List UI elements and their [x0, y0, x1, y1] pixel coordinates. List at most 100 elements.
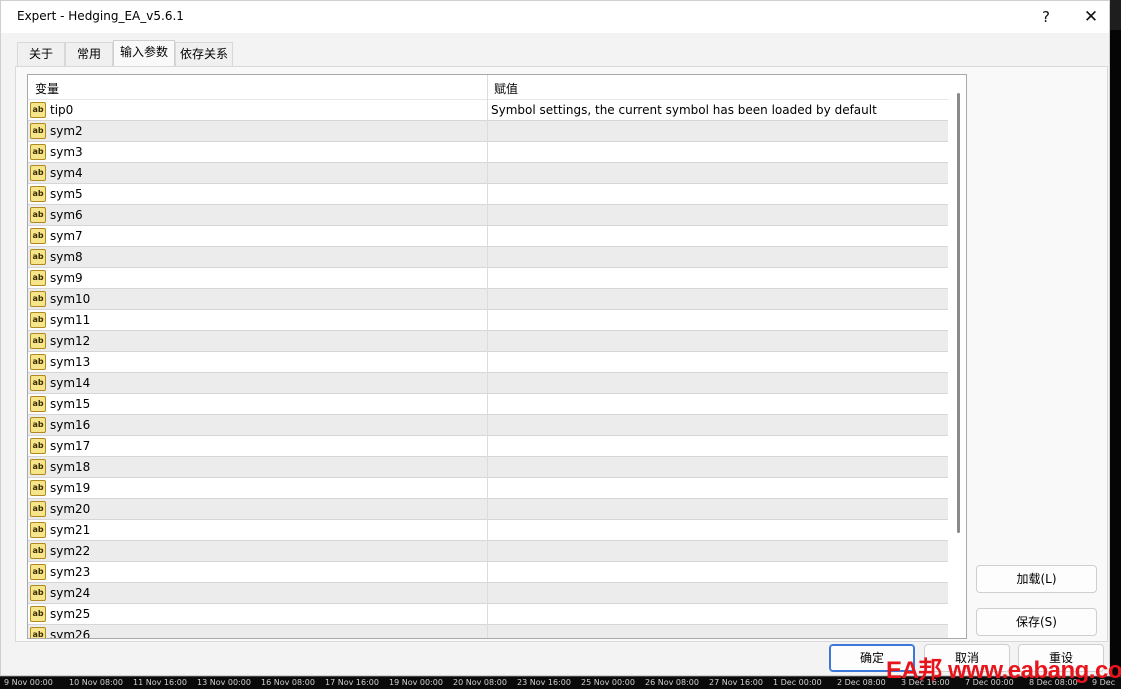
- table-row[interactable]: ab sym21: [28, 520, 948, 541]
- parameter-name: sym16: [50, 418, 91, 432]
- parameter-name: sym18: [50, 460, 91, 474]
- string-type-icon: ab: [30, 249, 46, 265]
- string-type-icon: ab: [30, 123, 46, 139]
- table-row[interactable]: ab sym18: [28, 457, 948, 478]
- load-button[interactable]: 加载(L): [976, 565, 1097, 593]
- parameter-name: sym26: [50, 628, 91, 639]
- scrollbar-thumb[interactable]: [957, 93, 960, 533]
- time-axis-label: 19 Nov 00:00: [389, 678, 443, 687]
- string-type-icon: ab: [30, 354, 46, 370]
- string-type-icon: ab: [30, 270, 46, 286]
- parameter-name: sym11: [50, 313, 91, 327]
- string-type-icon: ab: [30, 228, 46, 244]
- save-button[interactable]: 保存(S): [976, 608, 1097, 636]
- time-axis-label: 20 Nov 08:00: [453, 678, 507, 687]
- string-type-icon: ab: [30, 522, 46, 538]
- string-type-icon: ab: [30, 333, 46, 349]
- column-header-value[interactable]: 赋值: [494, 80, 518, 97]
- string-type-icon: ab: [30, 417, 46, 433]
- string-type-icon: ab: [30, 564, 46, 580]
- string-type-icon: ab: [30, 627, 46, 638]
- parameter-name: sym13: [50, 355, 91, 369]
- watermark: EA邦 www.eabang.com: [886, 657, 1121, 684]
- time-axis-label: 11 Nov 16:00: [133, 678, 187, 687]
- tab-inputs[interactable]: 输入参数: [113, 40, 175, 67]
- parameter-name: sym5: [50, 187, 83, 201]
- string-type-icon: ab: [30, 291, 46, 307]
- string-type-icon: ab: [30, 144, 46, 160]
- parameter-value[interactable]: Symbol settings, the current symbol has …: [491, 103, 877, 117]
- parameter-name: sym23: [50, 565, 91, 579]
- parameter-name: sym2: [50, 124, 83, 138]
- string-type-icon: ab: [30, 459, 46, 475]
- table-row[interactable]: ab sym20: [28, 499, 948, 520]
- tab-dependencies[interactable]: 依存关系: [175, 42, 233, 67]
- parameter-name: sym17: [50, 439, 91, 453]
- table-row[interactable]: ab sym24: [28, 583, 948, 604]
- table-row[interactable]: ab sym16: [28, 415, 948, 436]
- parameter-name: sym19: [50, 481, 91, 495]
- string-type-icon: ab: [30, 186, 46, 202]
- string-type-icon: ab: [30, 165, 46, 181]
- parameter-name: sym9: [50, 271, 83, 285]
- table-row[interactable]: ab sym11: [28, 310, 948, 331]
- table-row[interactable]: ab sym3: [28, 142, 948, 163]
- time-axis-label: 16 Nov 08:00: [261, 678, 315, 687]
- background-chart-right: [1110, 30, 1121, 676]
- table-row[interactable]: ab sym7: [28, 226, 948, 247]
- string-type-icon: ab: [30, 312, 46, 328]
- time-axis-label: 9 Nov 00:00: [4, 678, 53, 687]
- parameters-table: 变量 赋值 ab tip0 Symbol settings, the current…: [27, 74, 967, 639]
- table-row[interactable]: ab tip0 Symbol settings, the current symbo…: [28, 100, 948, 121]
- string-type-icon: ab: [30, 207, 46, 223]
- parameter-name: tip0: [50, 103, 74, 117]
- tab-common[interactable]: 常用: [65, 42, 113, 67]
- time-axis-label: 27 Nov 16:00: [709, 678, 763, 687]
- table-header: 变量 赋值: [28, 75, 948, 100]
- string-type-icon: ab: [30, 396, 46, 412]
- title-bar: Expert - Hedging_EA_v5.6.1 ? ✕: [1, 1, 1109, 33]
- column-divider[interactable]: [487, 75, 488, 638]
- string-type-icon: ab: [30, 501, 46, 517]
- string-type-icon: ab: [30, 375, 46, 391]
- help-icon[interactable]: ?: [1031, 5, 1061, 29]
- parameter-name: sym25: [50, 607, 91, 621]
- table-row[interactable]: ab sym9: [28, 268, 948, 289]
- table-row[interactable]: ab sym23: [28, 562, 948, 583]
- time-axis-label: 26 Nov 08:00: [645, 678, 699, 687]
- parameter-name: sym24: [50, 586, 91, 600]
- time-axis-label: 25 Nov 00:00: [581, 678, 635, 687]
- table-row[interactable]: ab sym10: [28, 289, 948, 310]
- parameter-name: sym3: [50, 145, 83, 159]
- table-row[interactable]: ab sym5: [28, 184, 948, 205]
- table-row[interactable]: ab sym19: [28, 478, 948, 499]
- parameter-name: sym7: [50, 229, 83, 243]
- table-row[interactable]: ab sym14: [28, 373, 948, 394]
- parameter-name: sym4: [50, 166, 83, 180]
- column-header-variable[interactable]: 变量: [35, 80, 59, 97]
- table-row[interactable]: ab sym6: [28, 205, 948, 226]
- table-row[interactable]: ab sym26: [28, 625, 948, 639]
- tab-about[interactable]: 关于: [17, 42, 65, 67]
- parameter-name: sym20: [50, 502, 91, 516]
- table-row[interactable]: ab sym17: [28, 436, 948, 457]
- table-row[interactable]: ab sym8: [28, 247, 948, 268]
- table-row[interactable]: ab sym25: [28, 604, 948, 625]
- table-row[interactable]: ab sym13: [28, 352, 948, 373]
- table-row[interactable]: ab sym12: [28, 331, 948, 352]
- string-type-icon: ab: [30, 606, 46, 622]
- table-row[interactable]: ab sym2: [28, 121, 948, 142]
- parameter-name: sym12: [50, 334, 91, 348]
- parameter-name: sym8: [50, 250, 83, 264]
- vertical-scrollbar[interactable]: [952, 75, 966, 638]
- time-axis-label: 2 Dec 08:00: [837, 678, 886, 687]
- close-icon[interactable]: ✕: [1076, 5, 1106, 29]
- table-row[interactable]: ab sym4: [28, 163, 948, 184]
- time-axis-label: 23 Nov 16:00: [517, 678, 571, 687]
- parameter-name: sym22: [50, 544, 91, 558]
- parameter-name: sym21: [50, 523, 91, 537]
- table-row[interactable]: ab sym15: [28, 394, 948, 415]
- table-row[interactable]: ab sym22: [28, 541, 948, 562]
- parameter-name: sym10: [50, 292, 91, 306]
- parameter-name: sym6: [50, 208, 83, 222]
